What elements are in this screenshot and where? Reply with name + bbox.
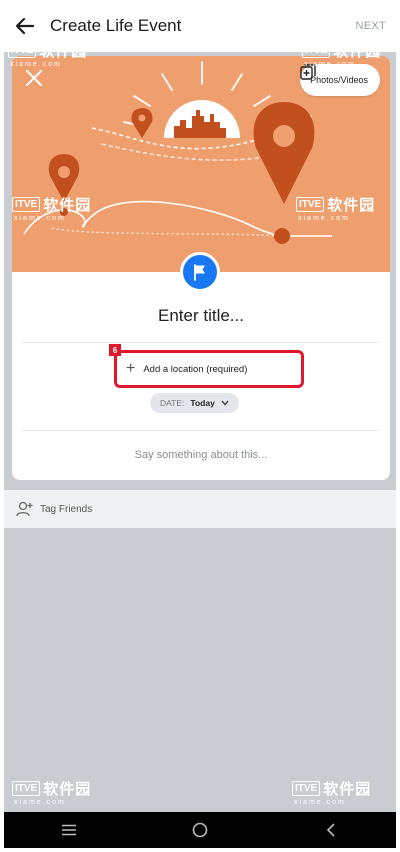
divider: [22, 342, 380, 343]
watermark-box: ITVE: [12, 781, 41, 796]
watermark-logo: ITVE 软件园 xiame.com: [12, 194, 91, 222]
tag-friends-button[interactable]: Tag Friends: [4, 490, 396, 528]
add-location-label: Add a location (required): [143, 363, 248, 375]
divider: [22, 430, 380, 431]
watermark-box: ITVE: [8, 43, 37, 58]
life-event-type-badge: [180, 252, 220, 292]
watermark-domain: xiame.com: [14, 799, 66, 806]
watermark-logo: ITVE 软件园 xiame.com: [296, 194, 375, 222]
close-icon: [26, 70, 42, 86]
watermark-box: ITVE: [296, 197, 325, 212]
watermark-brand: 软件园: [323, 781, 372, 798]
life-event-banner: Photos/Videos: [12, 56, 390, 272]
watermark-box: ITVE: [302, 43, 331, 58]
photos-videos-label: Photos/Videos: [310, 75, 368, 85]
step-number-badge: 6: [109, 344, 121, 356]
plus-icon: +: [126, 360, 136, 377]
next-button[interactable]: NEXT: [355, 20, 386, 32]
watermark-brand: 软件园: [43, 781, 92, 798]
close-button[interactable]: [24, 68, 44, 88]
chevron-down-icon: [221, 400, 229, 406]
home-circle-icon: [192, 822, 208, 838]
flag-icon: [194, 264, 205, 281]
back-button[interactable]: [14, 15, 36, 37]
watermark-brand: 软件园: [333, 43, 382, 60]
date-label: DATE:: [160, 398, 185, 408]
watermark-domain: xiame.com: [304, 61, 356, 68]
system-navigation-bar: [4, 812, 396, 848]
chevron-left-icon: [326, 823, 335, 837]
watermark-brand: 软件园: [327, 197, 376, 214]
watermark-box: ITVE: [12, 197, 41, 212]
arrow-left-icon: [15, 17, 35, 35]
page-title: Create Life Event: [50, 16, 182, 35]
description-input[interactable]: Say something about this...: [12, 449, 390, 461]
watermark-logo: ITVE 软件园 xiame.com: [292, 778, 371, 806]
watermark-domain: xiame.com: [14, 215, 66, 222]
watermark-logo: ITVE 软件园 xiame.com: [12, 778, 91, 806]
watermark-box: ITVE: [292, 781, 321, 796]
photos-videos-button[interactable]: Photos/Videos: [300, 64, 380, 96]
date-value: Today: [190, 398, 215, 408]
watermark-domain: xiame.com: [294, 799, 346, 806]
menu-icon: [62, 824, 77, 836]
watermark-brand: 软件园: [39, 43, 88, 60]
person-add-icon: [16, 501, 33, 517]
event-title-input[interactable]: Enter title...: [12, 306, 390, 326]
life-event-card: Photos/Videos Enter title... 6 + Add a l…: [12, 56, 390, 480]
watermark-domain: xiame.com: [10, 61, 62, 68]
tag-friends-label: Tag Friends: [40, 503, 93, 515]
watermark-logo: ITVE 软件园 xiame.com: [8, 40, 87, 68]
watermark-domain: xiame.com: [298, 215, 350, 222]
home-button[interactable]: [180, 815, 220, 845]
recent-apps-button[interactable]: [49, 815, 89, 845]
system-back-button[interactable]: [311, 815, 351, 845]
watermark-brand: 软件园: [43, 197, 92, 214]
watermark-logo: ITVE 软件园 xiame.com: [302, 40, 381, 68]
date-selector[interactable]: DATE: Today: [150, 393, 239, 413]
add-location-button[interactable]: + Add a location (required): [126, 358, 247, 380]
